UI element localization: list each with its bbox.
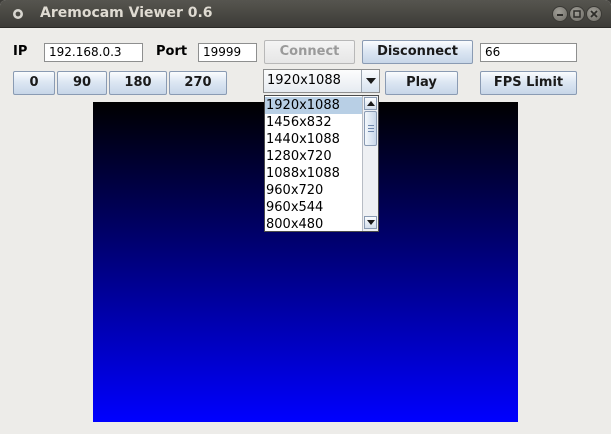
maximize-icon — [573, 10, 581, 18]
resolution-selected: 1920x1088 — [267, 73, 341, 88]
triangle-down-icon — [366, 78, 376, 84]
resolution-dropdown-button[interactable] — [361, 70, 379, 92]
close-button[interactable] — [586, 6, 602, 22]
resolution-option[interactable]: 960x720 — [265, 182, 362, 199]
port-input[interactable]: 19999 — [198, 43, 257, 62]
app-window: Aremocam Viewer 0.6 IP 192.168.0.3 Port … — [0, 0, 611, 434]
ip-label: IP — [13, 44, 28, 59]
window-title: Aremocam Viewer 0.6 — [40, 5, 213, 21]
scroll-thumb[interactable] — [364, 111, 377, 146]
resolution-option[interactable]: 1920x1088 — [265, 97, 362, 114]
fps-limit-button[interactable]: FPS Limit — [480, 71, 577, 95]
play-button[interactable]: Play — [385, 71, 458, 95]
maximize-button[interactable] — [569, 6, 585, 22]
title-bar[interactable]: Aremocam Viewer 0.6 — [0, 0, 611, 28]
arrow-up-icon — [367, 101, 375, 106]
resolution-option[interactable]: 1280x720 — [265, 148, 362, 165]
resolution-option[interactable]: 1456x832 — [265, 114, 362, 131]
close-icon — [590, 10, 598, 18]
rotate-90-button[interactable]: 90 — [57, 71, 107, 95]
resolution-option[interactable]: 1088x1088 — [265, 165, 362, 182]
rotate-0-button[interactable]: 0 — [13, 71, 55, 95]
resolution-option[interactable]: 1440x1088 — [265, 131, 362, 148]
resolution-dropdown-list: 1920x1088 1456x832 1440x1088 1280x720 10… — [264, 95, 379, 232]
minimize-button[interactable] — [552, 6, 568, 22]
fps-input[interactable]: 66 — [480, 43, 577, 62]
disconnect-button[interactable]: Disconnect — [362, 40, 473, 64]
minimize-icon — [557, 14, 563, 16]
resolution-options: 1920x1088 1456x832 1440x1088 1280x720 10… — [265, 97, 362, 233]
rotate-180-button[interactable]: 180 — [109, 71, 167, 95]
arrow-down-icon — [367, 220, 375, 225]
scroll-up-button[interactable] — [364, 97, 377, 110]
resolution-combo[interactable]: 1920x1088 — [263, 69, 380, 93]
dropdown-scrollbar[interactable] — [362, 96, 378, 231]
rotate-270-button[interactable]: 270 — [169, 71, 227, 95]
resolution-option[interactable]: 800x480 — [265, 216, 362, 233]
port-label: Port — [156, 44, 188, 59]
connect-button[interactable]: Connect — [264, 40, 355, 64]
content-pane: IP 192.168.0.3 Port 19999 Connect Discon… — [0, 28, 611, 434]
ip-input[interactable]: 192.168.0.3 — [44, 43, 143, 62]
scroll-down-button[interactable] — [364, 216, 377, 229]
camera-icon — [13, 9, 23, 19]
resolution-option[interactable]: 960x544 — [265, 199, 362, 216]
